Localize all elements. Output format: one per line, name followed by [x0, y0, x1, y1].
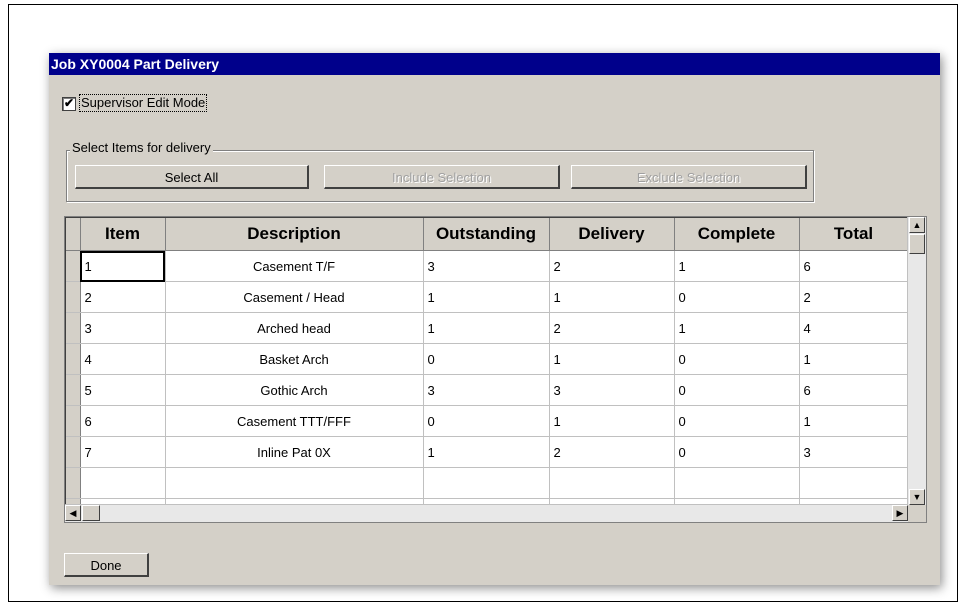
empty-table-row[interactable]	[66, 467, 909, 499]
vertical-scrollbar[interactable]: ▲ ▼	[907, 217, 926, 507]
description-cell[interactable]: Casement TTT/FFF	[165, 405, 424, 437]
outstanding-cell[interactable]: 3	[423, 374, 550, 406]
complete-cell[interactable]	[674, 467, 800, 499]
horizontal-scrollbar[interactable]: ◀ ▶	[65, 504, 908, 522]
total-cell[interactable]: 2	[799, 281, 909, 313]
supervisor-edit-checkbox[interactable]: ✔	[62, 97, 76, 111]
complete-cell[interactable]: 0	[674, 436, 800, 468]
outstanding-cell[interactable]: 3	[423, 250, 550, 282]
table-row[interactable]: 4 Basket Arch 0 1 0 1	[66, 343, 909, 375]
complete-cell[interactable]: 0	[674, 374, 800, 406]
total-cell[interactable]	[799, 467, 909, 499]
description-cell[interactable]	[165, 467, 424, 499]
outstanding-cell[interactable]: 0	[423, 405, 550, 437]
column-header-description[interactable]: Description	[165, 218, 424, 251]
total-cell[interactable]: 6	[799, 374, 909, 406]
table-header-row: Item Description Outstanding Delivery Comple…	[66, 218, 909, 251]
table-row[interactable]: 1 Casement T/F 3 2 1 6	[66, 250, 909, 282]
row-selector[interactable]	[66, 281, 81, 313]
table-row[interactable]: 6 Casement TTT/FFF 0 1 0 1	[66, 405, 909, 437]
total-cell[interactable]: 1	[799, 405, 909, 437]
part-delivery-dialog: Job XY0004 Part Delivery ✔ Supervisor Ed…	[49, 53, 940, 585]
item-cell[interactable]: 3	[80, 312, 166, 344]
description-cell[interactable]: Inline Pat 0X	[165, 436, 424, 468]
delivery-cell[interactable]: 1	[549, 281, 675, 313]
table-row[interactable]: 3 Arched head 1 2 1 4	[66, 312, 909, 344]
scroll-up-arrow-icon[interactable]: ▲	[909, 217, 925, 233]
row-selector[interactable]	[66, 436, 81, 468]
select-items-group-label: Select Items for delivery	[70, 140, 213, 155]
scroll-thumb-horizontal[interactable]	[82, 505, 100, 521]
include-selection-button[interactable]: Include Selection	[324, 165, 560, 189]
delivery-cell[interactable]	[549, 467, 675, 499]
item-cell[interactable]: 2	[80, 281, 166, 313]
table-row[interactable]: 7 Inline Pat 0X 1 2 0 3	[66, 436, 909, 468]
column-header-complete[interactable]: Complete	[674, 218, 800, 251]
item-cell[interactable]: 7	[80, 436, 166, 468]
scroll-right-arrow-icon[interactable]: ▶	[892, 505, 908, 521]
outstanding-cell[interactable]: 1	[423, 281, 550, 313]
row-selector[interactable]	[66, 250, 81, 282]
table-row[interactable]: 2 Casement / Head 1 1 0 2	[66, 281, 909, 313]
description-cell[interactable]: Basket Arch	[165, 343, 424, 375]
total-cell[interactable]: 6	[799, 250, 909, 282]
window-title: Job XY0004 Part Delivery	[49, 53, 940, 75]
complete-cell[interactable]: 0	[674, 405, 800, 437]
outstanding-cell[interactable]: 1	[423, 312, 550, 344]
delivery-cell[interactable]: 2	[549, 436, 675, 468]
item-cell[interactable]	[80, 467, 166, 499]
row-selector[interactable]	[66, 343, 81, 375]
total-cell[interactable]: 4	[799, 312, 909, 344]
row-selector[interactable]	[66, 405, 81, 437]
item-cell[interactable]: 6	[80, 405, 166, 437]
complete-cell[interactable]: 1	[674, 250, 800, 282]
item-cell[interactable]: 1	[80, 250, 166, 282]
complete-cell[interactable]: 1	[674, 312, 800, 344]
select-all-button[interactable]: Select All	[75, 165, 309, 189]
row-header-corner	[66, 218, 81, 251]
scroll-left-arrow-icon[interactable]: ◀	[65, 505, 81, 521]
outstanding-cell[interactable]: 0	[423, 343, 550, 375]
outstanding-cell[interactable]	[423, 467, 550, 499]
screenshot-frame: Job XY0004 Part Delivery ✔ Supervisor Ed…	[8, 4, 958, 602]
row-selector[interactable]	[66, 374, 81, 406]
table-row[interactable]: 5 Gothic Arch 3 3 0 6	[66, 374, 909, 406]
delivery-cell[interactable]: 1	[549, 343, 675, 375]
column-header-item[interactable]: Item	[80, 218, 166, 251]
total-cell[interactable]: 1	[799, 343, 909, 375]
complete-cell[interactable]: 0	[674, 281, 800, 313]
total-cell[interactable]: 3	[799, 436, 909, 468]
row-selector[interactable]	[66, 467, 81, 499]
delivery-cell[interactable]: 2	[549, 250, 675, 282]
column-header-outstanding[interactable]: Outstanding	[423, 218, 550, 251]
row-selector[interactable]	[66, 312, 81, 344]
description-cell[interactable]: Gothic Arch	[165, 374, 424, 406]
delivery-table: Item Description Outstanding Delivery Comple…	[66, 218, 909, 522]
delivery-cell[interactable]: 1	[549, 405, 675, 437]
item-cell[interactable]: 5	[80, 374, 166, 406]
done-button[interactable]: Done	[64, 553, 149, 577]
check-icon: ✔	[63, 96, 75, 110]
column-header-total[interactable]: Total	[799, 218, 909, 251]
complete-cell[interactable]: 0	[674, 343, 800, 375]
scrollbar-corner	[908, 505, 926, 522]
description-cell[interactable]: Casement T/F	[165, 250, 424, 282]
description-cell[interactable]: Arched head	[165, 312, 424, 344]
outstanding-cell[interactable]: 1	[423, 436, 550, 468]
supervisor-edit-label[interactable]: Supervisor Edit Mode	[79, 94, 208, 112]
item-cell[interactable]: 4	[80, 343, 166, 375]
delivery-cell[interactable]: 2	[549, 312, 675, 344]
exclude-selection-button[interactable]: Exclude Selection	[571, 165, 807, 189]
column-header-delivery[interactable]: Delivery	[549, 218, 675, 251]
scroll-thumb[interactable]	[909, 234, 925, 254]
delivery-cell[interactable]: 3	[549, 374, 675, 406]
delivery-grid[interactable]: Item Description Outstanding Delivery Comple…	[64, 216, 927, 523]
description-cell[interactable]: Casement / Head	[165, 281, 424, 313]
scroll-down-arrow-icon[interactable]: ▼	[909, 489, 925, 505]
